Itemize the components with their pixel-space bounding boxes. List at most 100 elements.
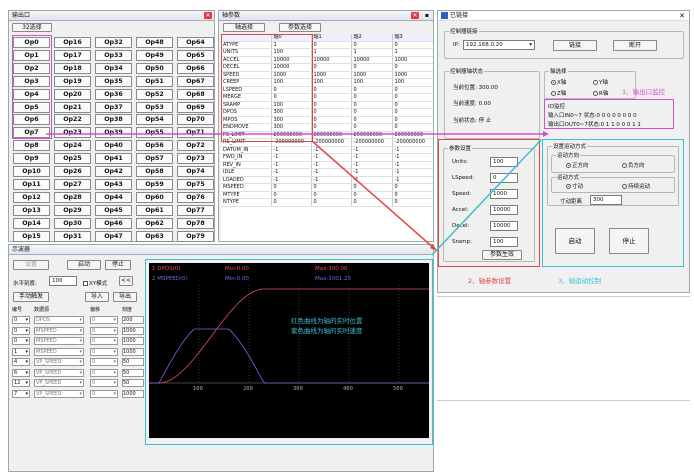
output-button[interactable]: Op38 xyxy=(95,114,132,126)
source-select[interactable]: VP_SPEED xyxy=(34,379,84,388)
param-value-cell[interactable]: -1 xyxy=(311,153,352,162)
param-value-cell[interactable]: 0 xyxy=(351,41,393,50)
output-button[interactable]: Op47 xyxy=(95,230,132,242)
param-value-cell[interactable]: 1 xyxy=(351,48,393,57)
output-button[interactable]: Op20 xyxy=(54,88,91,100)
output-button[interactable]: Op75 xyxy=(177,178,214,190)
output-button[interactable]: Op63 xyxy=(136,230,173,242)
param-value-cell[interactable]: 0 xyxy=(351,183,393,192)
scale-input[interactable]: 1000 xyxy=(122,389,144,398)
param-value-cell[interactable]: -1 xyxy=(271,146,312,155)
offset-input[interactable]: 0 xyxy=(90,316,118,325)
param-value-cell[interactable]: -200000000 xyxy=(311,138,352,147)
param-value-cell[interactable]: 0 xyxy=(271,198,312,207)
tab-axis-select[interactable]: 轴选择 xyxy=(223,23,265,32)
channel-select[interactable]: 6 xyxy=(12,368,30,377)
param-value-cell[interactable]: 0 xyxy=(351,93,393,102)
param-input[interactable]: 10000 xyxy=(490,205,518,215)
output-button[interactable]: Op45 xyxy=(95,204,132,216)
output-button[interactable]: Op33 xyxy=(95,49,132,61)
output-button[interactable]: Op9 xyxy=(13,153,50,165)
param-value-cell[interactable]: 0 xyxy=(392,191,433,200)
offset-input[interactable]: 0 xyxy=(90,358,118,367)
param-value-cell[interactable]: -1 xyxy=(392,146,433,155)
scope-prev-button[interactable]: << xyxy=(119,276,133,286)
offset-input[interactable]: 0 xyxy=(90,389,118,398)
output-button[interactable]: Op59 xyxy=(136,178,173,190)
scale-input[interactable]: 50 xyxy=(122,368,144,377)
close-icon[interactable]: ✕ xyxy=(411,12,419,19)
output-button[interactable]: Op60 xyxy=(136,191,173,203)
output-button[interactable]: Op25 xyxy=(54,153,91,165)
param-value-cell[interactable]: -1 xyxy=(311,146,352,155)
param-value-cell[interactable]: 0 xyxy=(311,93,352,102)
source-select[interactable]: MSPEED xyxy=(34,326,84,335)
output-button[interactable]: Op78 xyxy=(177,217,214,229)
param-input[interactable]: 1000 xyxy=(490,189,518,199)
param-value-cell[interactable]: 0 xyxy=(351,191,393,200)
channel-select[interactable]: 1 xyxy=(12,347,30,356)
output-button[interactable]: Op8 xyxy=(13,140,50,152)
output-button[interactable]: Op42 xyxy=(95,166,132,177)
param-value-cell[interactable]: 0 xyxy=(311,123,352,132)
param-value-cell[interactable]: -1 xyxy=(392,161,433,170)
offset-input[interactable]: 0 xyxy=(90,337,118,346)
output-button[interactable]: Op24 xyxy=(54,140,91,152)
output-button[interactable]: Op26 xyxy=(54,166,91,177)
param-value-cell[interactable]: -1 xyxy=(271,161,312,170)
param-value-cell[interactable]: 0 xyxy=(351,63,393,72)
link-button[interactable]: 链接 xyxy=(553,40,597,51)
output-button[interactable]: Op40 xyxy=(95,140,132,152)
scope-stop-button[interactable]: 停止 xyxy=(105,260,131,270)
param-value-cell[interactable]: 0 xyxy=(392,63,433,72)
param-value-cell[interactable]: -1 xyxy=(271,176,312,185)
param-value-cell[interactable]: -1 xyxy=(311,168,352,177)
scale-input[interactable]: 50 xyxy=(122,379,144,388)
param-value-cell[interactable]: 0 xyxy=(392,116,433,125)
scope-start-button[interactable]: 启动 xyxy=(67,260,101,270)
radio-z-axis[interactable]: Z轴 xyxy=(551,89,566,97)
param-value-cell[interactable]: -1 xyxy=(351,146,393,155)
output-button[interactable]: Op13 xyxy=(13,204,50,216)
output-button[interactable]: Op57 xyxy=(136,153,173,165)
stop-motion-button[interactable]: 停止 xyxy=(609,228,649,254)
output-button[interactable]: Op66 xyxy=(177,62,214,74)
output-button[interactable]: Op31 xyxy=(54,230,91,242)
output-button[interactable]: Op76 xyxy=(177,191,214,203)
param-value-cell[interactable]: 0 xyxy=(392,183,433,192)
output-button[interactable]: Op32 xyxy=(95,37,132,48)
output-button[interactable]: Op10 xyxy=(13,166,50,177)
param-value-cell[interactable]: 0 xyxy=(392,93,433,102)
radio-jog-mode[interactable]: 寸动 xyxy=(566,182,583,190)
output-button[interactable]: Op16 xyxy=(54,37,91,48)
param-value-cell[interactable]: 0 xyxy=(311,116,352,125)
jog-distance-input[interactable]: 300 xyxy=(590,195,622,205)
channel-select[interactable]: 7 xyxy=(12,389,30,398)
source-select[interactable]: VP_SPEED xyxy=(34,389,84,398)
param-value-cell[interactable]: 0 xyxy=(392,101,433,110)
param-value-cell[interactable]: 0 xyxy=(311,183,352,192)
output-button[interactable]: Op34 xyxy=(95,62,132,74)
apply-params-button[interactable]: 参数生效 xyxy=(482,250,522,260)
param-value-cell[interactable]: -1 xyxy=(351,161,393,170)
param-value-cell[interactable]: -1 xyxy=(392,153,433,162)
scale-input[interactable]: 50 xyxy=(122,358,144,367)
output-button[interactable]: Op51 xyxy=(136,75,173,87)
param-input[interactable]: 10000 xyxy=(490,221,518,231)
param-value-cell[interactable]: 0 xyxy=(311,108,352,117)
output-button[interactable]: Op50 xyxy=(136,62,173,74)
close-icon[interactable]: ✕ xyxy=(204,12,212,19)
param-input[interactable]: 100 xyxy=(490,237,518,247)
param-value-cell[interactable]: 1 xyxy=(392,48,433,57)
output-button[interactable]: Op61 xyxy=(136,204,173,216)
output-button[interactable]: Op28 xyxy=(54,191,91,203)
output-button[interactable]: Op18 xyxy=(54,62,91,74)
output-button[interactable]: Op77 xyxy=(177,204,214,216)
param-value-cell[interactable]: 0 xyxy=(392,198,433,207)
xy-mode-checkbox[interactable]: XY模式 xyxy=(83,279,107,287)
param-value-cell[interactable]: 0 xyxy=(392,86,433,95)
source-select[interactable]: MSPEED xyxy=(34,337,84,346)
param-value-cell[interactable]: 0 xyxy=(311,63,352,72)
channel-select[interactable]: 0 xyxy=(12,326,30,335)
param-value-cell[interactable]: -1 xyxy=(311,176,352,185)
